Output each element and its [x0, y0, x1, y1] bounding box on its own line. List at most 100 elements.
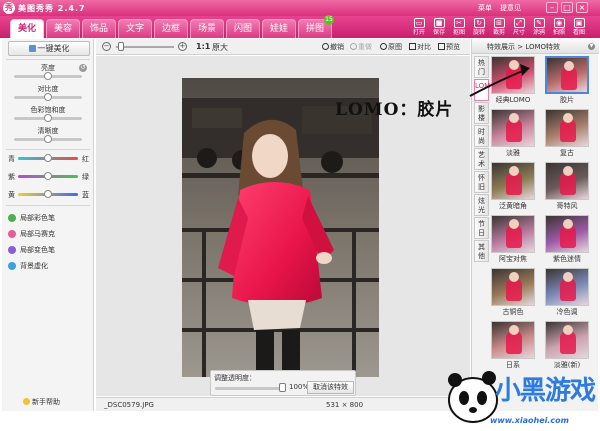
original-button[interactable]: 原图: [380, 42, 402, 52]
tab-beauty[interactable]: 美容: [46, 19, 80, 38]
watermark-site: www.xiaohei.com: [490, 416, 569, 425]
slider-knob[interactable]: [44, 135, 52, 143]
tab-beautify[interactable]: 美化: [10, 19, 44, 38]
effects-header: 特效展示 > LOMO特效 ▼: [472, 39, 599, 54]
tab-scene[interactable]: 场景: [190, 19, 224, 38]
background-blur[interactable]: 背景虚化: [8, 261, 48, 271]
color-pen-icon: [8, 214, 16, 222]
opacity-slider[interactable]: [215, 387, 285, 390]
vtab-other[interactable]: 其他: [474, 240, 489, 262]
yellow-blue-slider[interactable]: [18, 190, 78, 198]
cancel-effect-button[interactable]: 取消该特效: [307, 381, 354, 394]
minimize-icon[interactable]: –: [546, 2, 558, 13]
opacity-value: 100%: [289, 383, 310, 391]
tab-flash[interactable]: 闪图: [226, 19, 260, 38]
save-button[interactable]: ■ 保存: [430, 17, 448, 38]
effect-name: 哥特风: [556, 202, 578, 210]
crop-icon: ✂: [453, 18, 465, 28]
slider-knob[interactable]: [44, 114, 52, 122]
cyan-red-slider[interactable]: [18, 154, 78, 162]
vtab-festival[interactable]: 节日: [474, 217, 489, 239]
effect-thumbnail: [545, 268, 589, 306]
mosaic-icon: [8, 230, 16, 238]
resize-button[interactable]: ⤢ 尺寸: [510, 17, 528, 38]
slider-knob[interactable]: [44, 172, 52, 180]
red-label: 红: [82, 155, 89, 163]
crop-button[interactable]: ⊞ 裁剪: [490, 17, 508, 38]
preview-icon: [438, 43, 445, 50]
blue-label: 蓝: [82, 191, 89, 199]
vtab-retro[interactable]: 怀旧: [474, 171, 489, 193]
slider-knob[interactable]: [44, 190, 52, 198]
effect-thumbnail: [491, 109, 535, 147]
vtab-hot[interactable]: 热门: [474, 56, 489, 78]
recolor-pen-icon: [8, 246, 16, 254]
zoom-slider[interactable]: [116, 46, 174, 48]
undo-icon: [322, 43, 329, 50]
effect-name: 古铜色: [502, 308, 524, 316]
effect-thumbnail: [491, 162, 535, 200]
close-icon[interactable]: ×: [576, 2, 588, 13]
actual-size-label[interactable]: 原大: [212, 42, 228, 53]
slider-knob[interactable]: [44, 93, 52, 101]
lightbulb-icon: [23, 398, 30, 405]
app-logo-icon: 秀: [3, 2, 15, 14]
menu-link[interactable]: 菜单: [478, 3, 492, 13]
redo-button[interactable]: 重做: [350, 42, 372, 52]
sharpness-slider[interactable]: [14, 135, 82, 143]
contrast-slider[interactable]: [14, 93, 82, 101]
tab-frame[interactable]: 边框: [154, 19, 188, 38]
zoom-out-icon[interactable]: −: [102, 42, 111, 51]
rotate-button[interactable]: ↻ 旋转: [470, 17, 488, 38]
zoom-knob[interactable]: [118, 42, 124, 51]
beginner-help-link[interactable]: 新手帮助: [23, 397, 60, 407]
blur-icon: [8, 262, 16, 270]
saturation-slider[interactable]: [14, 114, 82, 122]
effect-thumbnail: [491, 268, 535, 306]
effect-thumbnail: [491, 215, 535, 253]
doodle-button[interactable]: ✎ 涂鸦: [530, 17, 548, 38]
local-color-pen[interactable]: 局部彩色笔: [8, 213, 55, 223]
viewer-button[interactable]: ▣ 看图: [570, 17, 588, 38]
effect-name: 胶片: [560, 96, 574, 104]
effect-name: 经典LOMO: [495, 96, 531, 104]
yellow-label: 黄: [8, 191, 15, 199]
vtab-lomo[interactable]: LOMO: [474, 79, 496, 101]
slider-knob[interactable]: [44, 154, 52, 162]
maximize-icon[interactable]: □: [561, 2, 573, 13]
photo-image: [182, 78, 379, 377]
tab-accessories[interactable]: 饰品: [82, 19, 116, 38]
cutout-button[interactable]: ✂ 抠图: [450, 17, 468, 38]
vtab-fashion[interactable]: 时尚: [474, 125, 489, 147]
opacity-knob[interactable]: [279, 383, 286, 392]
chevron-down-icon[interactable]: ▼: [588, 43, 595, 50]
opacity-control: 调整透明度： 100% 取消该特效: [210, 370, 356, 396]
tab-doll[interactable]: 娃娃: [262, 19, 296, 38]
actual-size-ratio[interactable]: 1:1: [196, 42, 210, 51]
effect-thumbnail: [491, 56, 535, 94]
camera-button[interactable]: ◉ 拍照: [550, 17, 568, 38]
undo-button[interactable]: 撤销: [322, 42, 344, 52]
preview-button[interactable]: 预览: [438, 42, 460, 52]
effect-thumbnail: [545, 321, 589, 359]
compare-button[interactable]: 对比: [409, 42, 431, 52]
local-recolor-pen[interactable]: 局部变色笔: [8, 245, 55, 255]
effect-thumbnail: [545, 215, 589, 253]
folder-icon: ▭: [413, 18, 425, 28]
open-button[interactable]: ▭ 打开: [410, 17, 428, 38]
zoom-in-icon[interactable]: +: [178, 42, 187, 51]
vtab-glow[interactable]: 炫光: [474, 194, 489, 216]
slider-knob[interactable]: [44, 72, 52, 80]
local-mosaic[interactable]: 局部马赛克: [8, 229, 55, 239]
magenta-green-slider[interactable]: [18, 172, 78, 180]
effect-thumbnail: [545, 162, 589, 200]
feedback-link[interactable]: 提意见: [500, 3, 521, 13]
one-key-beautify-button[interactable]: 一键美化: [8, 41, 90, 56]
tab-collage[interactable]: 拼图 15: [298, 15, 334, 38]
vtab-art[interactable]: 艺术: [474, 148, 489, 170]
brightness-slider[interactable]: [14, 72, 82, 80]
tab-text[interactable]: 文字: [118, 19, 152, 38]
canvas-toolbar: − + 1:1 原大 撤销 重做 原图 对比 预览: [96, 39, 470, 55]
vtab-studio[interactable]: 影楼: [474, 102, 489, 124]
magenta-label: 紫: [8, 173, 15, 181]
